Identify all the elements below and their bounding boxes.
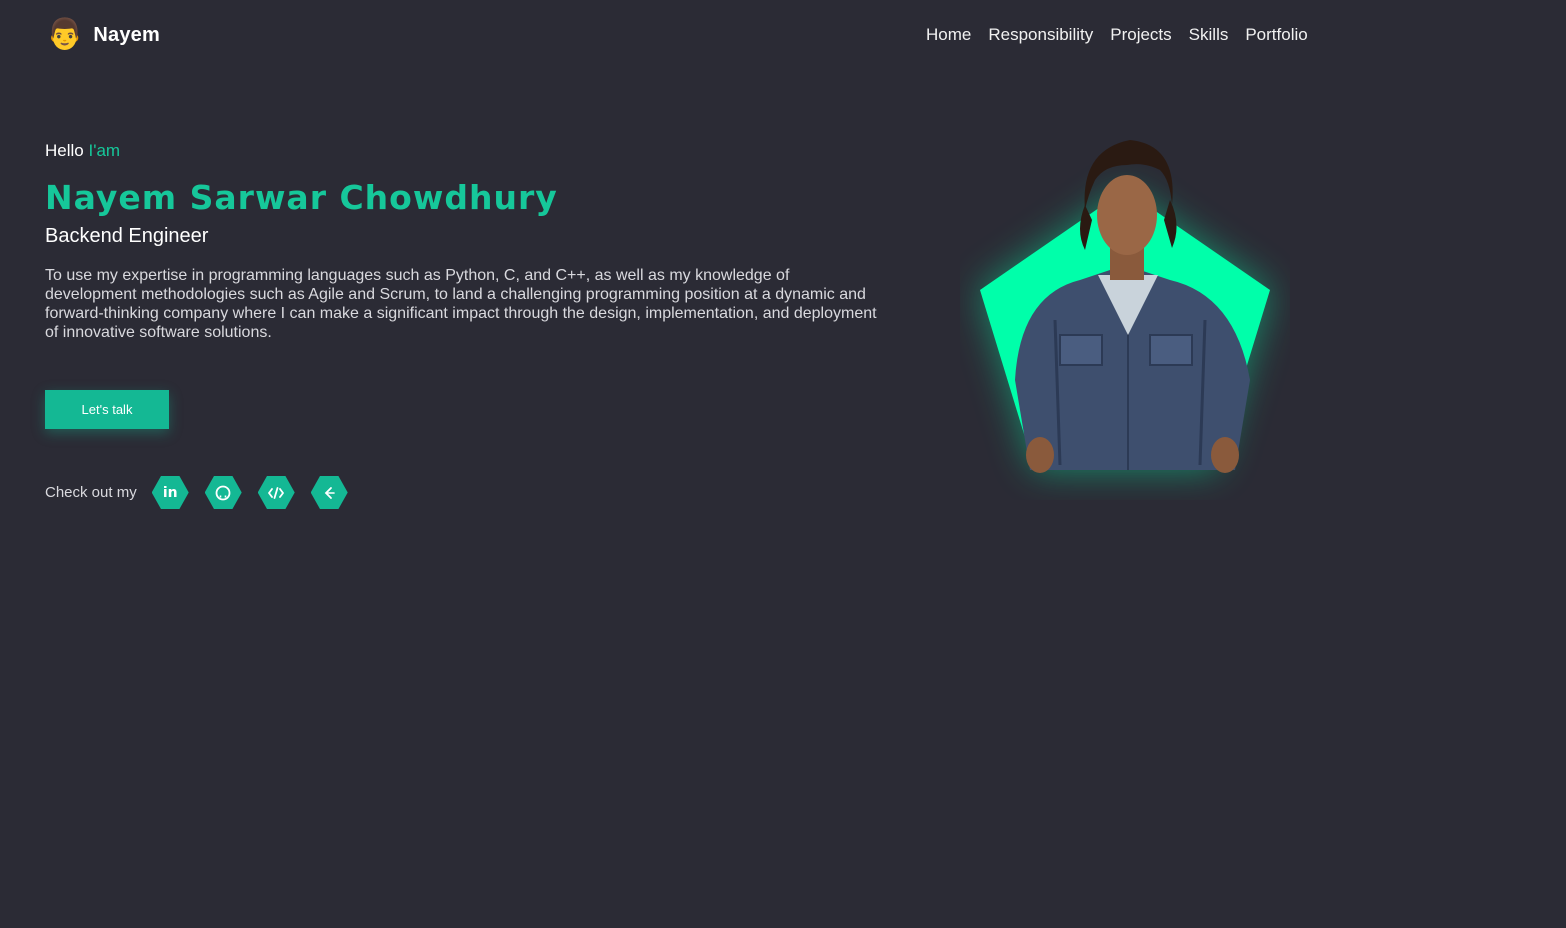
social-label: Check out my [45, 484, 137, 501]
profile-portrait [980, 140, 1270, 473]
nav-portfolio[interactable]: Portfolio [1245, 25, 1307, 45]
github-icon[interactable] [204, 476, 242, 509]
nav-responsibility[interactable]: Responsibility [988, 25, 1093, 45]
page: 👨 Nayem Home Responsibility Projects Ski… [0, 0, 1566, 928]
greeting-accent: I'am [88, 141, 121, 160]
greeting: Hello I'am [45, 141, 120, 161]
person-photo [1015, 140, 1250, 473]
brand[interactable]: 👨 Nayem [46, 18, 160, 52]
hero-role: Backend Engineer [45, 225, 209, 247]
main-nav: Home Responsibility Projects Skills Port… [926, 25, 1308, 45]
nav-home[interactable]: Home [926, 25, 971, 45]
hero-summary: To use my expertise in programming langu… [45, 267, 877, 341]
linkedin-icon[interactable]: in [151, 476, 189, 509]
hero-name: Nayem Sarwar Chowdhury [45, 178, 558, 217]
brand-name: Nayem [93, 23, 160, 46]
avatar-emoji-icon: 👨 [46, 17, 84, 52]
nav-projects[interactable]: Projects [1110, 25, 1171, 45]
social-links: Check out my in [45, 476, 364, 509]
greeting-text: Hello [45, 141, 84, 160]
code-icon[interactable] [257, 476, 295, 509]
nav-skills[interactable]: Skills [1189, 25, 1229, 45]
lets-talk-button[interactable]: Let's talk [45, 390, 169, 429]
leetcode-icon[interactable] [310, 476, 348, 509]
